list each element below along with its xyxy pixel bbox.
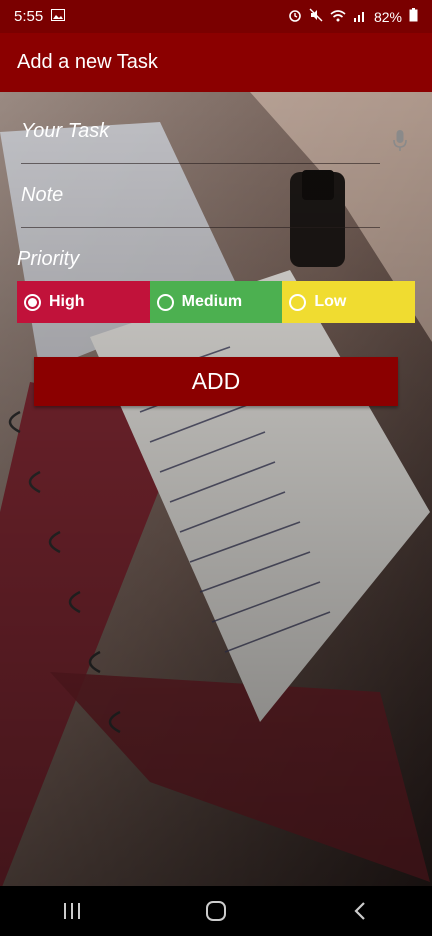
status-bar: 5:55 82%	[0, 0, 432, 33]
status-time: 5:55	[14, 8, 44, 25]
priority-label: Priority	[17, 248, 80, 270]
priority-low-option[interactable]: Low	[282, 281, 416, 323]
mute-icon	[309, 8, 323, 25]
home-button[interactable]	[186, 891, 246, 931]
page-title: Add a new Task	[17, 51, 158, 73]
radio-unchecked-icon	[289, 293, 307, 311]
signal-icon	[353, 9, 367, 25]
form-content: Your Task Note Priority High Medium Low …	[0, 92, 432, 886]
priority-high-option[interactable]: High	[17, 281, 150, 323]
system-navigation-bar	[0, 886, 432, 936]
priority-medium-option[interactable]: Medium	[149, 281, 283, 323]
radio-unchecked-icon	[156, 293, 174, 311]
alarm-icon	[288, 8, 302, 25]
back-button[interactable]	[330, 891, 390, 931]
gallery-icon	[51, 8, 66, 25]
wifi-icon	[330, 9, 346, 25]
toolbar: Add a new Task	[0, 33, 432, 92]
note-input[interactable]: Note	[21, 184, 380, 228]
priority-high-label: High	[49, 293, 85, 310]
task-input[interactable]: Your Task	[21, 120, 380, 164]
battery-icon	[409, 8, 418, 25]
add-button[interactable]: ADD	[34, 357, 398, 406]
priority-medium-label: Medium	[181, 293, 243, 310]
battery-percent: 82%	[373, 8, 402, 25]
radio-checked-icon	[24, 293, 41, 311]
recent-apps-button[interactable]	[42, 891, 102, 931]
task-placeholder: Your Task	[21, 120, 110, 142]
priority-low-label: Low	[314, 293, 347, 310]
note-placeholder: Note	[21, 184, 64, 206]
microphone-icon[interactable]	[392, 130, 408, 152]
priority-radio-group: High Medium Low	[17, 281, 416, 323]
